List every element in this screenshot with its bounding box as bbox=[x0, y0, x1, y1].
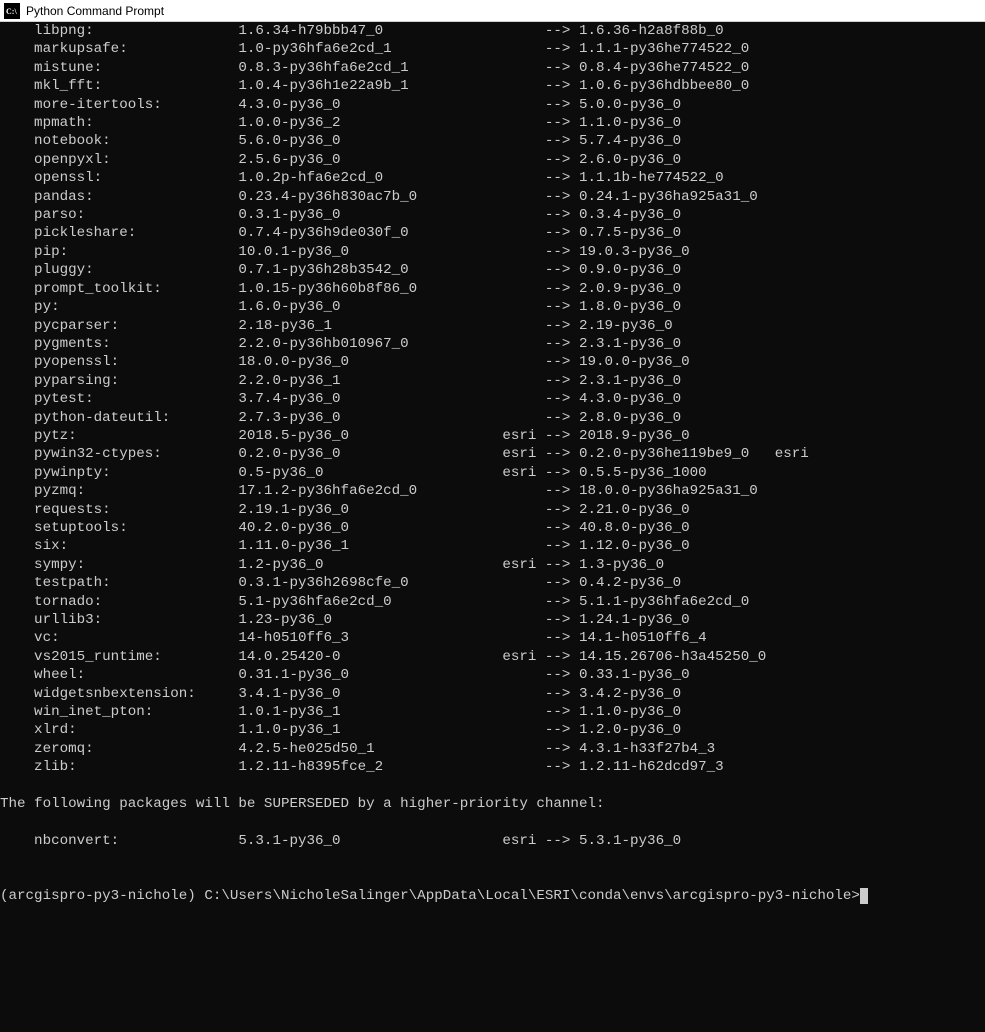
package-row: widgetsnbextension: 3.4.1-py36_0 --> 3.4… bbox=[0, 685, 985, 703]
shell-prompt[interactable]: (arcgispro-py3-nichole) C:\Users\Nichole… bbox=[0, 887, 985, 905]
package-row: win_inet_pton: 1.0.1-py36_1 --> 1.1.0-py… bbox=[0, 703, 985, 721]
package-row: pluggy: 0.7.1-py36h28b3542_0 --> 0.9.0-p… bbox=[0, 261, 985, 279]
package-row: wheel: 0.31.1-py36_0 --> 0.33.1-py36_0 bbox=[0, 666, 985, 684]
package-row: pytz: 2018.5-py36_0 esri --> 2018.9-py36… bbox=[0, 427, 985, 445]
package-row: six: 1.11.0-py36_1 --> 1.12.0-py36_0 bbox=[0, 537, 985, 555]
package-row: testpath: 0.3.1-py36h2698cfe_0 --> 0.4.2… bbox=[0, 574, 985, 592]
package-row: mkl_fft: 1.0.4-py36h1e22a9b_1 --> 1.0.6-… bbox=[0, 77, 985, 95]
blank-line bbox=[0, 850, 985, 868]
package-row: tornado: 5.1-py36hfa6e2cd_0 --> 5.1.1-py… bbox=[0, 593, 985, 611]
package-row: openssl: 1.0.2p-hfa6e2cd_0 --> 1.1.1b-he… bbox=[0, 169, 985, 187]
package-row: python-dateutil: 2.7.3-py36_0 --> 2.8.0-… bbox=[0, 409, 985, 427]
superseded-header: The following packages will be SUPERSEDE… bbox=[0, 795, 985, 813]
superseded-list: nbconvert: 5.3.1-py36_0 esri --> 5.3.1-p… bbox=[0, 832, 985, 850]
package-row: requests: 2.19.1-py36_0 --> 2.21.0-py36_… bbox=[0, 501, 985, 519]
package-row: more-itertools: 4.3.0-py36_0 --> 5.0.0-p… bbox=[0, 96, 985, 114]
package-row: pandas: 0.23.4-py36h830ac7b_0 --> 0.24.1… bbox=[0, 188, 985, 206]
package-row: openpyxl: 2.5.6-py36_0 --> 2.6.0-py36_0 bbox=[0, 151, 985, 169]
package-row: pyparsing: 2.2.0-py36_1 --> 2.3.1-py36_0 bbox=[0, 372, 985, 390]
package-row: urllib3: 1.23-py36_0 --> 1.24.1-py36_0 bbox=[0, 611, 985, 629]
package-row: pickleshare: 0.7.4-py36h9de030f_0 --> 0.… bbox=[0, 224, 985, 242]
package-row: pycparser: 2.18-py36_1 --> 2.19-py36_0 bbox=[0, 317, 985, 335]
package-row: pygments: 2.2.0-py36hb010967_0 --> 2.3.1… bbox=[0, 335, 985, 353]
package-row: mpmath: 1.0.0-py36_2 --> 1.1.0-py36_0 bbox=[0, 114, 985, 132]
package-update-list: libpng: 1.6.34-h79bbb47_0 --> 1.6.36-h2a… bbox=[0, 22, 985, 777]
cursor bbox=[860, 888, 868, 904]
package-row: pywinpty: 0.5-py36_0 esri --> 0.5.5-py36… bbox=[0, 464, 985, 482]
package-row: parso: 0.3.1-py36_0 --> 0.3.4-py36_0 bbox=[0, 206, 985, 224]
package-row: nbconvert: 5.3.1-py36_0 esri --> 5.3.1-p… bbox=[0, 832, 985, 850]
package-row: prompt_toolkit: 1.0.15-py36h60b8f86_0 --… bbox=[0, 280, 985, 298]
package-row: pyopenssl: 18.0.0-py36_0 --> 19.0.0-py36… bbox=[0, 353, 985, 371]
window-title: Python Command Prompt bbox=[26, 4, 164, 18]
package-row: xlrd: 1.1.0-py36_1 --> 1.2.0-py36_0 bbox=[0, 721, 985, 739]
package-row: py: 1.6.0-py36_0 --> 1.8.0-py36_0 bbox=[0, 298, 985, 316]
blank-line bbox=[0, 813, 985, 831]
package-row: pip: 10.0.1-py36_0 --> 19.0.3-py36_0 bbox=[0, 243, 985, 261]
package-row: vc: 14-h0510ff6_3 --> 14.1-h0510ff6_4 bbox=[0, 629, 985, 647]
window-titlebar[interactable]: C:\ Python Command Prompt bbox=[0, 0, 985, 22]
svg-text:C:\: C:\ bbox=[6, 7, 17, 16]
package-row: notebook: 5.6.0-py36_0 --> 5.7.4-py36_0 bbox=[0, 132, 985, 150]
package-row: zeromq: 4.2.5-he025d50_1 --> 4.3.1-h33f2… bbox=[0, 740, 985, 758]
terminal-output[interactable]: libpng: 1.6.34-h79bbb47_0 --> 1.6.36-h2a… bbox=[0, 22, 985, 1032]
package-row: markupsafe: 1.0-py36hfa6e2cd_1 --> 1.1.1… bbox=[0, 40, 985, 58]
prompt-text: (arcgispro-py3-nichole) C:\Users\Nichole… bbox=[0, 888, 860, 904]
package-row: pywin32-ctypes: 0.2.0-py36_0 esri --> 0.… bbox=[0, 445, 985, 463]
package-row: setuptools: 40.2.0-py36_0 --> 40.8.0-py3… bbox=[0, 519, 985, 537]
blank-line bbox=[0, 869, 985, 887]
package-row: vs2015_runtime: 14.0.25420-0 esri --> 14… bbox=[0, 648, 985, 666]
package-row: libpng: 1.6.34-h79bbb47_0 --> 1.6.36-h2a… bbox=[0, 22, 985, 40]
package-row: pytest: 3.7.4-py36_0 --> 4.3.0-py36_0 bbox=[0, 390, 985, 408]
package-row: mistune: 0.8.3-py36hfa6e2cd_1 --> 0.8.4-… bbox=[0, 59, 985, 77]
package-row: zlib: 1.2.11-h8395fce_2 --> 1.2.11-h62dc… bbox=[0, 758, 985, 776]
package-row: sympy: 1.2-py36_0 esri --> 1.3-py36_0 bbox=[0, 556, 985, 574]
blank-line bbox=[0, 777, 985, 795]
cmd-icon: C:\ bbox=[4, 3, 20, 19]
package-row: pyzmq: 17.1.2-py36hfa6e2cd_0 --> 18.0.0-… bbox=[0, 482, 985, 500]
